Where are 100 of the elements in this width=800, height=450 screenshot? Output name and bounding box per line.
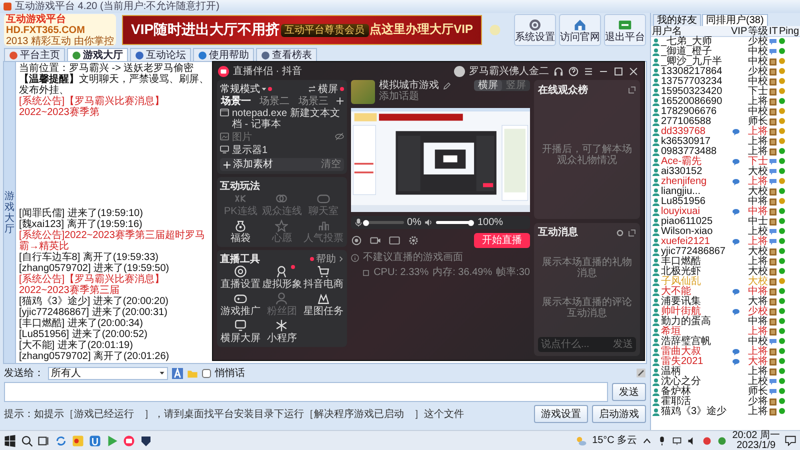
sync-icon[interactable] bbox=[55, 434, 67, 446]
edit-icon[interactable] bbox=[636, 368, 646, 378]
topic-link[interactable]: 添加话题 bbox=[379, 91, 451, 102]
checkbox-label[interactable]: 悄悄话 bbox=[215, 368, 245, 378]
panel-tab[interactable]: 同排用户(38) bbox=[702, 14, 768, 26]
system-button[interactable]: 系统设置 bbox=[514, 14, 556, 46]
user-name[interactable]: _七弟_大师 bbox=[661, 37, 731, 47]
windows-icon[interactable] bbox=[4, 434, 16, 446]
headset-icon[interactable] bbox=[553, 66, 564, 76]
user-name[interactable]: piao611025 bbox=[661, 217, 731, 227]
system-button[interactable]: 退出平台 bbox=[604, 14, 646, 46]
user-name[interactable]: _卿沙_九斤半 bbox=[661, 57, 731, 67]
game-button[interactable]: 游戏设置 bbox=[534, 405, 588, 423]
logo[interactable]: 互动游戏平台 HD.FXT365.COM 2013 精彩互动 由你掌控 bbox=[4, 14, 116, 46]
user-name[interactable]: 霍耶活 bbox=[661, 397, 731, 407]
start-live-button[interactable]: 开始直播 bbox=[474, 233, 530, 248]
menu-icon[interactable] bbox=[583, 66, 594, 76]
feature-button[interactable]: 虚拟形象 bbox=[261, 265, 303, 290]
nav-tab[interactable]: 查看榜表 bbox=[256, 48, 317, 61]
user-name[interactable]: ai330152 bbox=[661, 167, 731, 177]
user-name[interactable]: 温柄 bbox=[661, 367, 731, 377]
nav-tab[interactable]: 互动论坛 bbox=[130, 48, 191, 61]
feature-button[interactable]: 小程序 bbox=[261, 319, 303, 344]
user-name[interactable]: xuefei2121 bbox=[661, 237, 731, 247]
game-app-icon[interactable] bbox=[72, 434, 84, 446]
tray-app-icon[interactable] bbox=[717, 436, 728, 446]
chevron-up-icon[interactable] bbox=[642, 436, 652, 446]
panel-tab[interactable]: 我的好友 bbox=[653, 14, 701, 26]
message-input[interactable] bbox=[4, 382, 608, 402]
shield-icon[interactable] bbox=[140, 434, 152, 446]
microphone-icon[interactable] bbox=[354, 218, 363, 227]
nav-tab[interactable]: 平台主页 bbox=[4, 48, 65, 61]
clock-date[interactable]: 2023/1/9 bbox=[736, 440, 776, 450]
account-name[interactable]: 罗马霸兴佛人金二 bbox=[469, 66, 549, 76]
user-name[interactable]: 帅叶街航 bbox=[661, 307, 731, 317]
game-title[interactable]: 模拟城市游戏 bbox=[379, 80, 439, 91]
user-name[interactable]: k36530917 bbox=[661, 137, 731, 147]
help-icon[interactable] bbox=[568, 66, 579, 76]
feature-button[interactable]: 直播设置 bbox=[220, 265, 262, 290]
feature-button[interactable]: 横屏大屏 bbox=[220, 319, 262, 344]
volume-slider[interactable] bbox=[366, 221, 404, 224]
mode-dropdown[interactable]: 常规模式 bbox=[220, 84, 272, 94]
eye-slash-icon[interactable] bbox=[335, 132, 344, 141]
font-icon[interactable] bbox=[172, 368, 183, 378]
user-name[interactable]: 大不能 bbox=[661, 287, 731, 297]
record-icon[interactable] bbox=[351, 235, 362, 246]
user-name[interactable]: Wilson-xiao bbox=[661, 227, 731, 237]
avatar-circle[interactable] bbox=[454, 66, 465, 76]
game-button[interactable]: 启动游戏 bbox=[592, 405, 646, 423]
side-tab[interactable]: 游戏大厅 bbox=[4, 62, 16, 363]
user-name[interactable]: zhenjifeng bbox=[661, 177, 731, 187]
scene-tab[interactable]: 场景一 bbox=[220, 96, 252, 106]
speaker-icon[interactable] bbox=[424, 218, 434, 227]
user-name[interactable]: dd339768 bbox=[661, 127, 731, 137]
tray-app-icon[interactable] bbox=[702, 436, 712, 446]
game-thumbnail[interactable] bbox=[351, 80, 375, 104]
orientation-switch[interactable]: 横屏 bbox=[308, 84, 344, 94]
popout-icon[interactable] bbox=[628, 86, 636, 94]
user-name[interactable]: 猫鸡《3》途少 bbox=[661, 407, 731, 417]
nav-tab[interactable]: 游戏大厅 bbox=[67, 48, 128, 61]
user-name[interactable]: 1782906676 bbox=[661, 107, 731, 117]
source-item[interactable]: notepad.exe 新建文本文档 - 记事本 bbox=[232, 108, 344, 130]
user-name[interactable]: _御道_橙子 bbox=[661, 47, 731, 57]
user-name[interactable]: 希垣 bbox=[661, 327, 731, 337]
close-icon[interactable] bbox=[628, 66, 639, 76]
pencil-icon[interactable] bbox=[443, 82, 451, 90]
whisper-checkbox[interactable] bbox=[202, 368, 211, 378]
live-app-icon[interactable] bbox=[123, 434, 135, 446]
feature-button[interactable]: 星图任务 bbox=[302, 292, 344, 317]
user-name[interactable]: 浦要讯集 bbox=[661, 297, 731, 307]
view-mode-tab[interactable]: 横屏 bbox=[474, 80, 502, 91]
slider-handle[interactable] bbox=[468, 220, 474, 226]
user-name[interactable]: 浩辞璧宫帆 bbox=[661, 337, 731, 347]
volume-slider[interactable] bbox=[436, 221, 474, 224]
user-name[interactable]: 277106588 bbox=[661, 117, 731, 127]
recipient-dropdown[interactable]: 所有人 bbox=[48, 366, 168, 380]
user-name[interactable]: 丰口燃酷 bbox=[661, 257, 731, 267]
user-name[interactable]: Lu851956 bbox=[661, 197, 731, 207]
help-link[interactable]: 帮助 bbox=[310, 254, 344, 264]
add-icon[interactable] bbox=[336, 97, 344, 105]
notification-icon[interactable] bbox=[785, 435, 796, 446]
user-name[interactable]: louyixuai bbox=[661, 207, 731, 217]
maximize-icon[interactable] bbox=[613, 66, 624, 76]
user-name[interactable]: 0983773488 bbox=[661, 147, 731, 157]
slider-handle[interactable] bbox=[363, 220, 369, 226]
scene-tab[interactable]: 场景三 bbox=[297, 96, 330, 106]
user-name[interactable]: 13308217864 bbox=[661, 67, 731, 77]
u-app-icon[interactable] bbox=[89, 434, 101, 446]
send-button[interactable]: 发送 bbox=[612, 383, 646, 401]
add-source-button[interactable]: 添加素材 bbox=[223, 159, 273, 170]
user-name[interactable]: 雷曲大叔 bbox=[661, 347, 731, 357]
scene-tab[interactable]: 场景二 bbox=[258, 96, 291, 106]
search-icon[interactable] bbox=[21, 434, 33, 446]
vip-banner[interactable]: VIP随时进出大厅不用挤 互动平台尊贵会员 点这里办理大厅VIP bbox=[122, 15, 482, 45]
user-name[interactable]: 北极光虾 bbox=[661, 267, 731, 277]
user-name[interactable]: 雷失2021 bbox=[661, 357, 731, 367]
user-name[interactable]: 16520086690 bbox=[661, 97, 731, 107]
user-name[interactable]: 13757703234 bbox=[661, 77, 731, 87]
settings-icon[interactable] bbox=[616, 228, 624, 237]
weather-text[interactable]: 15°C 多云 bbox=[592, 435, 638, 446]
